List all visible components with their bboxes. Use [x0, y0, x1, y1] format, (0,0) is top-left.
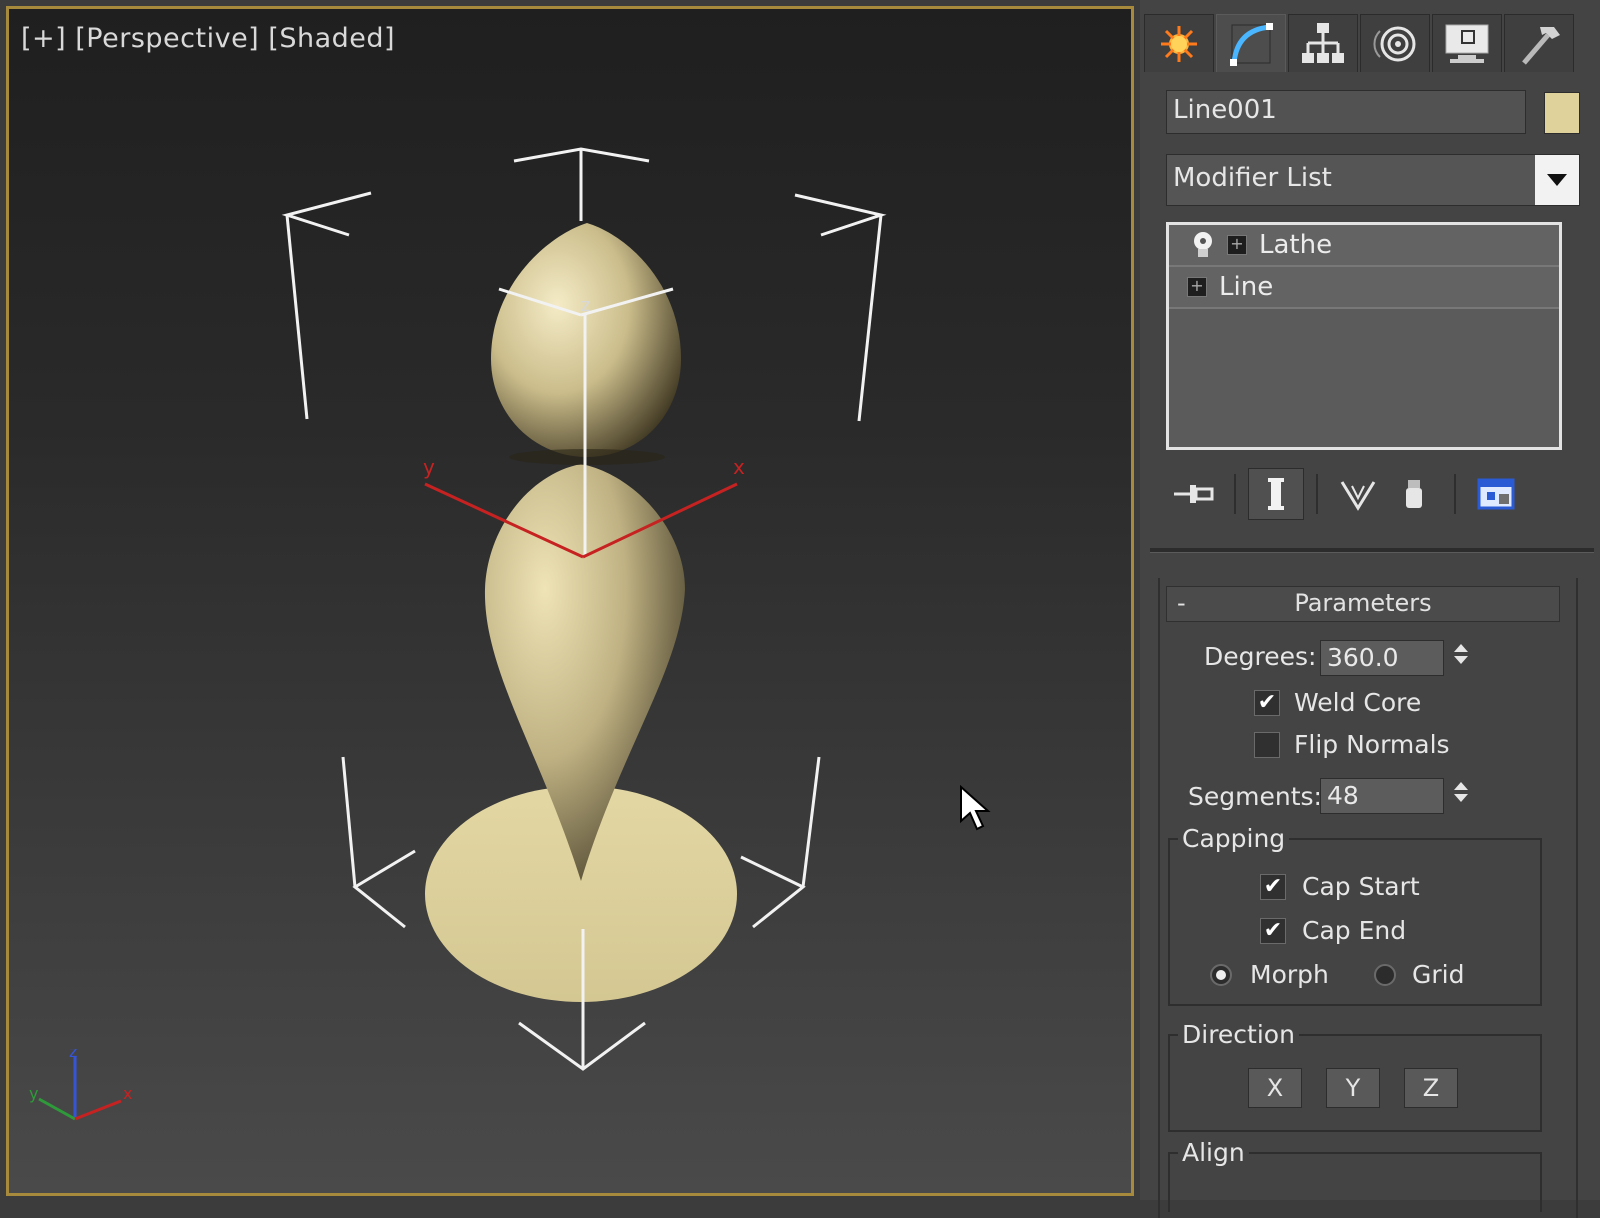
weld-core-label: Weld Core	[1294, 688, 1422, 717]
utilities-tab[interactable]	[1504, 14, 1574, 72]
create-tab[interactable]	[1144, 14, 1214, 72]
expand-plus-icon[interactable]: +	[1227, 235, 1247, 255]
pin-icon	[1174, 485, 1214, 503]
direction-z-button[interactable]: Z	[1404, 1068, 1458, 1108]
cap-start-label: Cap Start	[1302, 872, 1420, 901]
direction-x-button[interactable]: X	[1248, 1068, 1302, 1108]
object-name-field[interactable]: Line001	[1166, 90, 1526, 134]
motion-circle-icon	[1373, 26, 1416, 61]
stack-item-label: Lathe	[1259, 230, 1333, 260]
scene-canvas[interactable]: y x z	[9, 9, 1131, 1193]
cap-end-checkbox[interactable]: ✔	[1260, 918, 1286, 944]
chevron-down-icon[interactable]	[1535, 155, 1579, 205]
perspective-viewport[interactable]: [+] [Perspective] [Shaded] y x z z y x	[6, 6, 1134, 1196]
pin-stack-button[interactable]	[1166, 468, 1222, 520]
direction-y-button[interactable]: Y	[1326, 1068, 1380, 1108]
tripod-z-label: z	[69, 1049, 77, 1061]
trash-bin-icon	[1406, 480, 1422, 508]
end-result-icon	[1268, 478, 1284, 510]
modify-tab[interactable]	[1216, 14, 1286, 72]
motion-tab[interactable]	[1360, 14, 1430, 72]
tripod-y-label: y	[29, 1084, 38, 1103]
segments-spinner-arrows[interactable]	[1450, 778, 1472, 814]
monitor-icon	[1445, 24, 1489, 63]
morph-radio[interactable]	[1210, 964, 1232, 986]
gizmo-y-label: y	[423, 455, 435, 479]
morph-label: Morph	[1250, 960, 1329, 989]
segments-spinner-field[interactable]: 48	[1320, 778, 1444, 814]
stack-toolbar	[1166, 466, 1586, 522]
rollout-title: Parameters	[1294, 589, 1432, 617]
modifier-list-label: Modifier List	[1173, 163, 1332, 193]
grid-radio[interactable]	[1374, 964, 1396, 986]
make-unique-button[interactable]	[1330, 468, 1386, 520]
degrees-spinner-field[interactable]: 360.0	[1320, 640, 1444, 676]
configure-modifier-sets-button[interactable]	[1468, 468, 1524, 520]
hammer-icon	[1522, 26, 1560, 65]
display-tab[interactable]	[1432, 14, 1502, 72]
parameters-rollout: - Parameters Degrees: 360.0 ✔ Weld Core …	[1158, 578, 1578, 1218]
command-panel-tabs	[1144, 14, 1574, 72]
cap-end-label: Cap End	[1302, 916, 1407, 945]
configure-sets-icon	[1477, 478, 1515, 510]
remove-modifier-button[interactable]	[1386, 468, 1442, 520]
gizmo-z-label: z	[581, 295, 590, 316]
modify-curve-icon	[1230, 22, 1273, 66]
parameters-rollout-header[interactable]: - Parameters	[1166, 586, 1560, 622]
expand-plus-icon[interactable]: +	[1187, 277, 1207, 297]
hierarchy-tab[interactable]	[1288, 14, 1358, 72]
show-end-result-button[interactable]	[1248, 468, 1304, 520]
flip-normals-label: Flip Normals	[1294, 730, 1450, 759]
direction-group-title: Direction	[1178, 1020, 1299, 1049]
stack-item-line[interactable]: + Line	[1169, 267, 1559, 309]
stack-item-lathe[interactable]: + Lathe	[1169, 225, 1559, 267]
sun-star-icon	[1161, 25, 1197, 62]
segments-label: Segments:	[1188, 782, 1322, 811]
cap-start-checkbox[interactable]: ✔	[1260, 874, 1286, 900]
tripod-x-label: x	[123, 1084, 132, 1103]
modifier-list-dropdown[interactable]: Modifier List	[1166, 154, 1580, 206]
world-axis-tripod: z y x	[29, 1049, 132, 1121]
gizmo-x-label: x	[733, 455, 745, 479]
lightbulb-icon[interactable]	[1191, 231, 1215, 259]
object-color-swatch[interactable]	[1544, 92, 1580, 134]
make-unique-icon	[1340, 481, 1376, 511]
degrees-label: Degrees:	[1204, 642, 1317, 671]
stack-item-label: Line	[1219, 272, 1274, 302]
align-group-title: Align	[1178, 1138, 1249, 1167]
flip-normals-checkbox[interactable]	[1254, 732, 1280, 758]
hierarchy-icon	[1302, 22, 1344, 63]
degrees-spinner-arrows[interactable]	[1450, 640, 1472, 676]
mouse-cursor-icon	[960, 785, 991, 831]
command-panel: Line001 Modifier List + Lathe + Line - P…	[1140, 0, 1600, 1218]
capping-group-title: Capping	[1178, 824, 1290, 853]
modifier-stack[interactable]: + Lathe + Line	[1166, 222, 1562, 450]
grid-label: Grid	[1412, 960, 1465, 989]
weld-core-checkbox[interactable]: ✔	[1254, 690, 1280, 716]
